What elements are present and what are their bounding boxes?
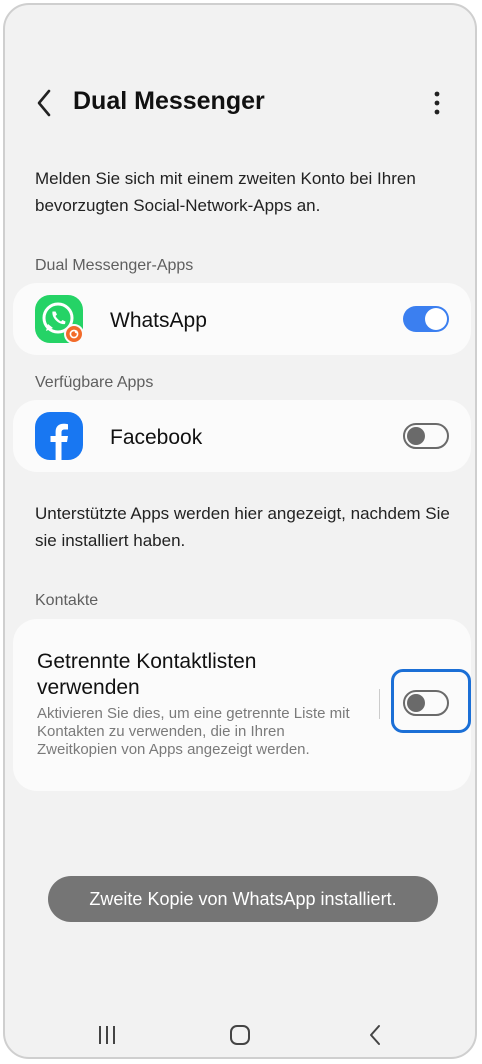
toggle-knob xyxy=(407,694,425,712)
section-label-dual-apps: Dual Messenger-Apps xyxy=(35,257,194,274)
home-button[interactable] xyxy=(220,1017,260,1053)
separate-contacts-toggle[interactable] xyxy=(403,690,449,716)
toggle-knob xyxy=(425,308,447,330)
recent-apps-button[interactable] xyxy=(87,1017,127,1053)
toast-message: Zweite Kopie von WhatsApp installiert. xyxy=(48,876,438,922)
supported-apps-note: Unterstützte Apps werden hier angezeigt,… xyxy=(35,504,450,550)
description-text: Melden Sie sich mit einem zweiten Konto … xyxy=(35,169,416,215)
divider xyxy=(379,689,380,719)
home-icon xyxy=(230,1025,250,1045)
more-options-button[interactable] xyxy=(423,83,451,123)
back-arrow-icon xyxy=(370,1025,380,1045)
app-row-whatsapp[interactable]: WhatsApp xyxy=(13,283,471,355)
recents-icon xyxy=(99,1026,115,1044)
phone-frame: Dual Messenger Melden Sie sich mit einem… xyxy=(3,3,477,1059)
separate-contacts-title: Getrennte Kontaktlisten verwenden xyxy=(37,650,257,699)
facebook-toggle[interactable] xyxy=(403,423,449,449)
chevron-left-icon xyxy=(37,89,51,117)
section-label-contacts: Kontakte xyxy=(35,592,99,609)
back-button[interactable] xyxy=(29,83,61,123)
separate-contacts-row[interactable]: Getrennte Kontaktlisten verwenden Aktivi… xyxy=(13,619,471,791)
whatsapp-icon xyxy=(35,295,84,344)
app-bar: Dual Messenger xyxy=(5,75,475,131)
app-row-facebook[interactable]: Facebook xyxy=(13,400,471,472)
toggle-knob xyxy=(407,427,425,445)
more-vertical-icon xyxy=(434,91,440,115)
facebook-icon xyxy=(35,412,83,460)
app-name-whatsapp: WhatsApp xyxy=(110,309,207,332)
section-label-available-apps: Verfügbare Apps xyxy=(35,374,154,391)
navigation-bar xyxy=(5,1005,475,1057)
whatsapp-toggle[interactable] xyxy=(403,306,449,332)
nav-back-button[interactable] xyxy=(355,1017,395,1053)
page-title: Dual Messenger xyxy=(73,87,265,115)
app-name-facebook: Facebook xyxy=(110,426,203,449)
separate-contacts-subtitle: Aktivieren Sie dies, um eine getrennte L… xyxy=(37,705,350,758)
